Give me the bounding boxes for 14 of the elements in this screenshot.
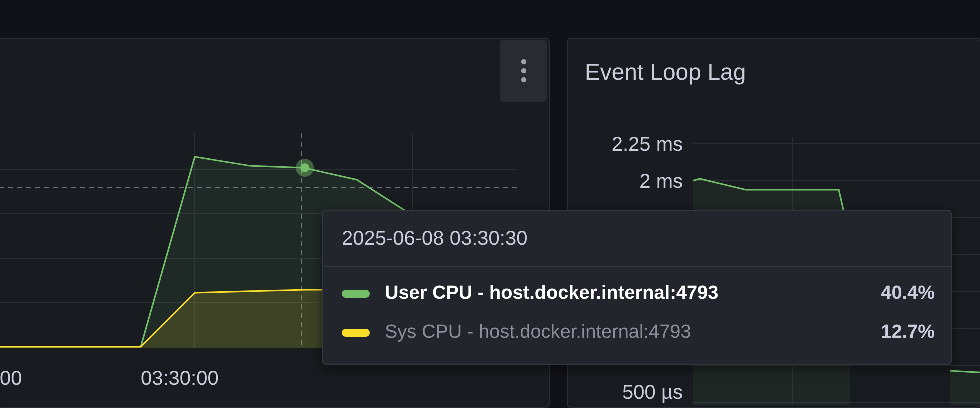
- axis-label: 03:30:00: [141, 368, 219, 390]
- axis-label: 500 µs: [622, 382, 683, 404]
- axis-label: 2.25 ms: [612, 134, 683, 156]
- more-icon: [520, 59, 526, 83]
- axis-label: 00: [0, 368, 22, 390]
- series-name: User CPU - host.docker.internal:4793: [385, 283, 720, 305]
- series-value: 12.7%: [881, 322, 935, 344]
- hover-point: [296, 159, 314, 177]
- axis-label: 2 ms: [640, 171, 683, 193]
- tooltip-timestamp: 2025-06-08 03:30:30: [342, 228, 528, 251]
- series-name: Sys CPU - host.docker.internal:4793: [385, 322, 692, 344]
- series-value: 40.4%: [881, 283, 935, 305]
- menu-button[interactable]: [500, 40, 547, 102]
- panel-title: Event Loop Lag: [584, 58, 746, 87]
